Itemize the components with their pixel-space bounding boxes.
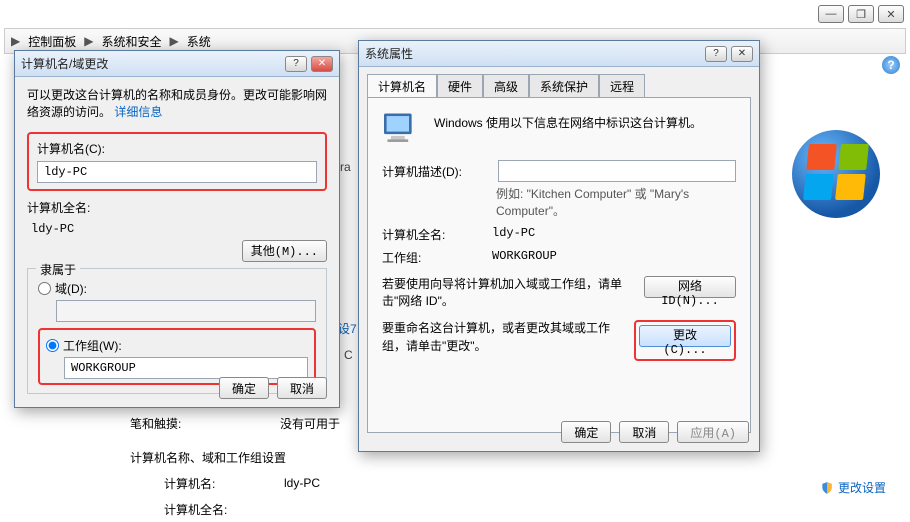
- tab-system-protection[interactable]: 系统保护: [529, 74, 599, 98]
- network-id-text: 若要使用向导将计算机加入域或工作组，请单击"网络 ID"。: [382, 276, 634, 311]
- computer-description-input[interactable]: [498, 160, 736, 182]
- domain-input: [56, 300, 316, 322]
- system-properties-dialog: 系统属性 ? ✕ 计算机名 硬件 高级 系统保护 远程 Windows 使用以下…: [358, 40, 760, 452]
- change-button[interactable]: 更改(C)...: [639, 325, 731, 347]
- full-computer-name-label: 计算机全名:: [27, 199, 327, 216]
- computer-name-label: 计算机名:: [164, 475, 284, 492]
- cancel-button[interactable]: 取消: [619, 421, 669, 443]
- computer-name-label: 计算机名(C):: [37, 140, 317, 157]
- tab-remote[interactable]: 远程: [599, 74, 645, 98]
- close-icon[interactable]: ✕: [731, 46, 753, 62]
- computer-name-input[interactable]: [37, 161, 317, 183]
- computer-name-value: ldy-PC: [284, 476, 484, 490]
- close-button[interactable]: ✕: [878, 5, 904, 23]
- dialog-title: 计算机名/域更改: [21, 55, 108, 72]
- dialog-title: 系统属性: [365, 45, 413, 62]
- tab-computer-name[interactable]: 计算机名: [367, 74, 437, 98]
- ok-button[interactable]: 确定: [219, 377, 269, 399]
- windows-logo: [792, 130, 882, 220]
- titlebar[interactable]: 计算机名/域更改 ? ✕: [15, 51, 339, 77]
- bg-fragment: C: [344, 348, 353, 362]
- minimize-button[interactable]: —: [818, 5, 844, 23]
- breadcrumb-sep: ▶: [11, 34, 20, 48]
- change-settings-link[interactable]: 更改设置: [820, 479, 886, 496]
- breadcrumb-sep: ▶: [84, 34, 93, 48]
- tab-advanced[interactable]: 高级: [483, 74, 529, 98]
- rename-computer-dialog: 计算机名/域更改 ? ✕ 可以更改这台计算机的名称和成员身份。更改可能影响网络资…: [14, 50, 340, 408]
- tab-strip: 计算机名 硬件 高级 系统保护 远程: [367, 73, 751, 97]
- domain-radio-label: 域(D):: [55, 280, 87, 297]
- computer-icon: [382, 110, 424, 148]
- breadcrumb-item[interactable]: 控制面板: [24, 31, 80, 52]
- change-settings-label: 更改设置: [838, 479, 886, 496]
- workgroup-input[interactable]: [64, 357, 308, 379]
- main-window-controls: — ❐ ✕: [818, 5, 904, 23]
- apply-button: 应用(A): [677, 421, 749, 443]
- tab-panel-computer-name: Windows 使用以下信息在网络中标识这台计算机。 计算机描述(D): 例如:…: [367, 97, 751, 433]
- panel-heading: Windows 使用以下信息在网络中标识这台计算机。: [434, 110, 736, 131]
- full-computer-name-label: 计算机全名:: [382, 226, 492, 243]
- help-button[interactable]: ?: [285, 56, 307, 72]
- maximize-button[interactable]: ❐: [848, 5, 874, 23]
- member-of-legend: 隶属于: [36, 261, 80, 278]
- full-computer-name-value: ldy-PC: [27, 220, 327, 238]
- workgroup-label: 工作组:: [382, 249, 492, 266]
- breadcrumb-item[interactable]: 系统和安全: [97, 31, 165, 52]
- workgroup-value: WORKGROUP: [492, 249, 736, 266]
- pen-touch-label: 笔和触摸:: [130, 415, 280, 432]
- more-button[interactable]: 其他(M)...: [242, 240, 327, 262]
- close-icon[interactable]: ✕: [311, 56, 333, 72]
- dialog-description: 可以更改这台计算机的名称和成员身份。更改可能影响网络资源的访问。 详细信息: [27, 87, 327, 122]
- shield-icon: [820, 481, 834, 495]
- tab-hardware[interactable]: 硬件: [437, 74, 483, 98]
- bg-fragment: ra: [340, 160, 351, 174]
- cancel-button[interactable]: 取消: [277, 377, 327, 399]
- section-heading: 计算机名称、域和工作组设置: [130, 449, 286, 466]
- network-id-button[interactable]: 网络 ID(N)...: [644, 276, 736, 298]
- titlebar[interactable]: 系统属性 ? ✕: [359, 41, 759, 67]
- help-button[interactable]: ?: [705, 46, 727, 62]
- breadcrumb-sep: ▶: [170, 34, 179, 48]
- help-icon[interactable]: ?: [882, 56, 900, 74]
- workgroup-radio[interactable]: [46, 339, 59, 352]
- member-of-group: 隶属于 域(D): 工作组(W):: [27, 268, 327, 394]
- details-link[interactable]: 详细信息: [114, 105, 162, 119]
- ok-button[interactable]: 确定: [561, 421, 611, 443]
- highlight-computer-name: 计算机名(C):: [27, 132, 327, 191]
- computer-description-label: 计算机描述(D):: [382, 163, 492, 180]
- full-computer-name-value: ldy-PC: [492, 226, 736, 243]
- domain-radio[interactable]: [38, 282, 51, 295]
- full-computer-name-label: 计算机全名:: [164, 501, 284, 518]
- breadcrumb-item[interactable]: 系统: [183, 31, 215, 52]
- computer-description-example: 例如: "Kitchen Computer" 或 "Mary's Compute…: [496, 186, 736, 220]
- bg-fragment: 设7: [338, 320, 357, 337]
- workgroup-radio-label: 工作组(W):: [63, 337, 122, 354]
- change-name-text: 要重命名这台计算机，或者更改其域或工作组，请单击"更改"。: [382, 320, 624, 361]
